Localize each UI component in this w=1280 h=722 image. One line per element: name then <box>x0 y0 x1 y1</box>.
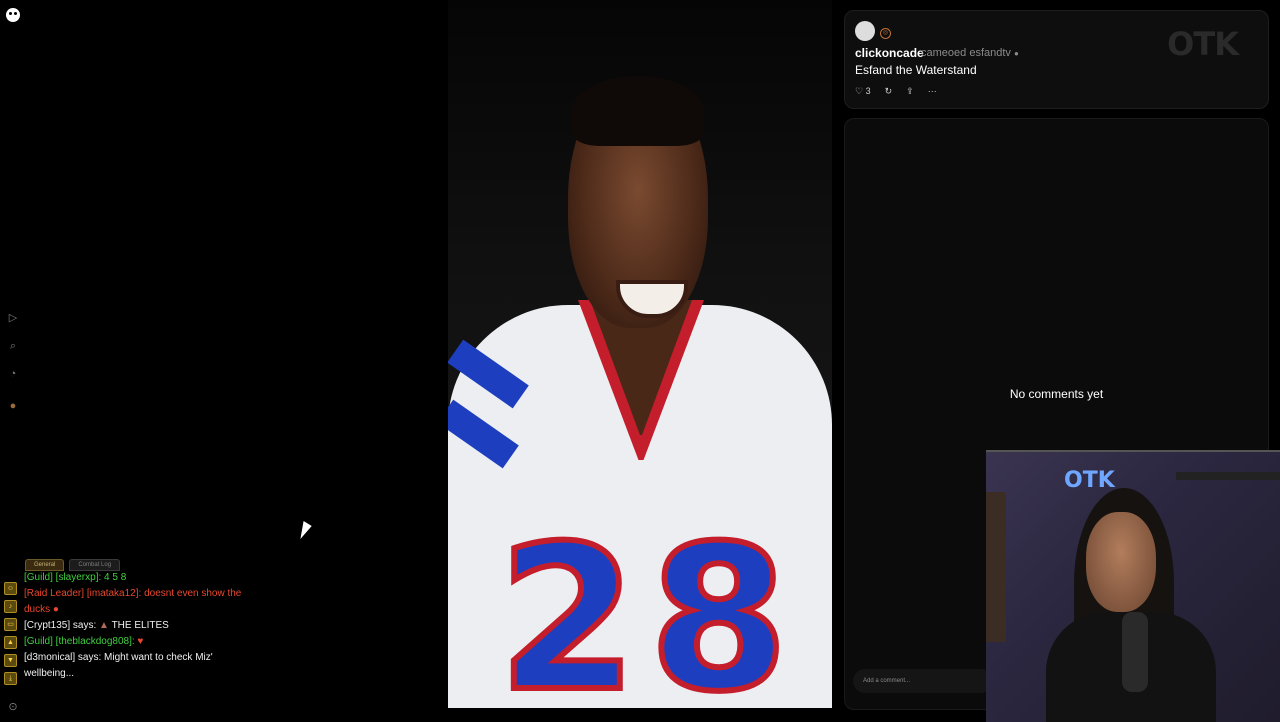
like-button[interactable]: ♡ 3 <box>855 86 871 97</box>
chat-line-prefix: [Guild] [slayerxp]: <box>24 572 102 583</box>
like-count: 3 <box>865 85 871 96</box>
comment-input[interactable]: Add a comment... <box>853 669 993 693</box>
notifications-icon[interactable]: ◔ <box>6 367 20 381</box>
chat-line: [Raid Leader] [imataka12]: doesnt even s… <box>24 586 264 618</box>
webcam-overlay: OTK <box>986 450 1280 722</box>
settings-icon[interactable]: ⊙ <box>6 700 20 714</box>
cameo-badge-icon: ◎ <box>880 28 891 39</box>
chat-line-text: THE ELITES <box>111 620 169 631</box>
chat-social-icon[interactable]: ☺ <box>4 582 17 595</box>
search-icon[interactable]: ⌕ <box>6 339 20 353</box>
chat-scroll-up-icon[interactable]: ▲ <box>4 636 17 649</box>
chat-line-prefix: [Crypt135] says: <box>24 620 97 631</box>
webcam-otk-sign: OTK <box>1064 468 1115 493</box>
chat-line: [d3monical] says: Might want to check Mi… <box>24 650 264 682</box>
post-card: ◎ clickoncade cameoed esfandtv ● Esfand … <box>844 10 1269 109</box>
chat-line: [Guild] [theblackdog808]: ♥ <box>24 634 264 650</box>
chat-line-prefix: [Raid Leader] [imataka12]: <box>24 588 142 599</box>
chat-scroll-down-icon[interactable]: ▼ <box>4 654 17 667</box>
mouse-cursor-icon <box>300 521 313 539</box>
emote-icon: ♥ <box>137 636 144 647</box>
home-icon[interactable]: ▷ <box>6 311 20 325</box>
webcam-shelf <box>1176 472 1280 480</box>
emote-icon: ● <box>52 604 59 615</box>
profile-icon[interactable]: ● <box>6 399 20 413</box>
chat-line: [Crypt135] says: ▲ THE ELITES <box>24 618 264 634</box>
share-icon[interactable]: ⇪ <box>906 86 914 97</box>
post-title: Esfand the Waterstand <box>855 63 977 77</box>
emote-icon: ▲ <box>99 620 109 631</box>
chat-bubble-icon[interactable]: ▭ <box>4 618 17 631</box>
webcam-streamer-face <box>1086 512 1156 612</box>
chat-line: [Guild] [slayerxp]: 4 5 8 <box>24 570 264 586</box>
chat-line-prefix: [Guild] [theblackdog808]: <box>24 636 135 647</box>
post-actions: ♡ 3 ↻ ⇪ ··· <box>855 84 937 98</box>
webcam-shelf <box>986 492 1006 642</box>
post-username[interactable]: clickoncade <box>855 46 924 60</box>
chat-scroll-bottom-icon[interactable]: ⤓ <box>4 672 17 685</box>
heart-icon: ♡ <box>855 85 864 96</box>
post-cameo-text: cameoed esfandtv ● <box>921 47 1019 59</box>
video-frame-hair <box>572 76 704 146</box>
cameo-target[interactable]: esfandtv <box>969 47 1011 59</box>
chat-sidebar: ☺ ♪ ▭ ▲ ▼ ⤓ <box>4 582 17 690</box>
chat-voice-icon[interactable]: ♪ <box>4 600 17 613</box>
chat-line-prefix: [d3monical] says: <box>24 652 102 663</box>
chat-line-text: 4 5 8 <box>104 572 127 583</box>
remix-icon[interactable]: ↻ <box>885 86 893 97</box>
app-logo[interactable] <box>6 8 20 22</box>
video-player[interactable]: 28 <box>448 0 832 708</box>
avatar[interactable] <box>855 21 875 41</box>
verified-icon: ● <box>1013 49 1019 58</box>
otk-watermark: OTK <box>1167 25 1239 63</box>
microphone <box>1122 612 1148 692</box>
chat-log: [Guild] [slayerxp]: 4 5 8 [Raid Leader] … <box>24 570 264 682</box>
no-comments-text: No comments yet <box>1009 387 1104 401</box>
jersey-number: 28 <box>495 503 801 709</box>
more-icon[interactable]: ··· <box>928 86 937 96</box>
cameo-action: cameoed <box>921 47 967 59</box>
